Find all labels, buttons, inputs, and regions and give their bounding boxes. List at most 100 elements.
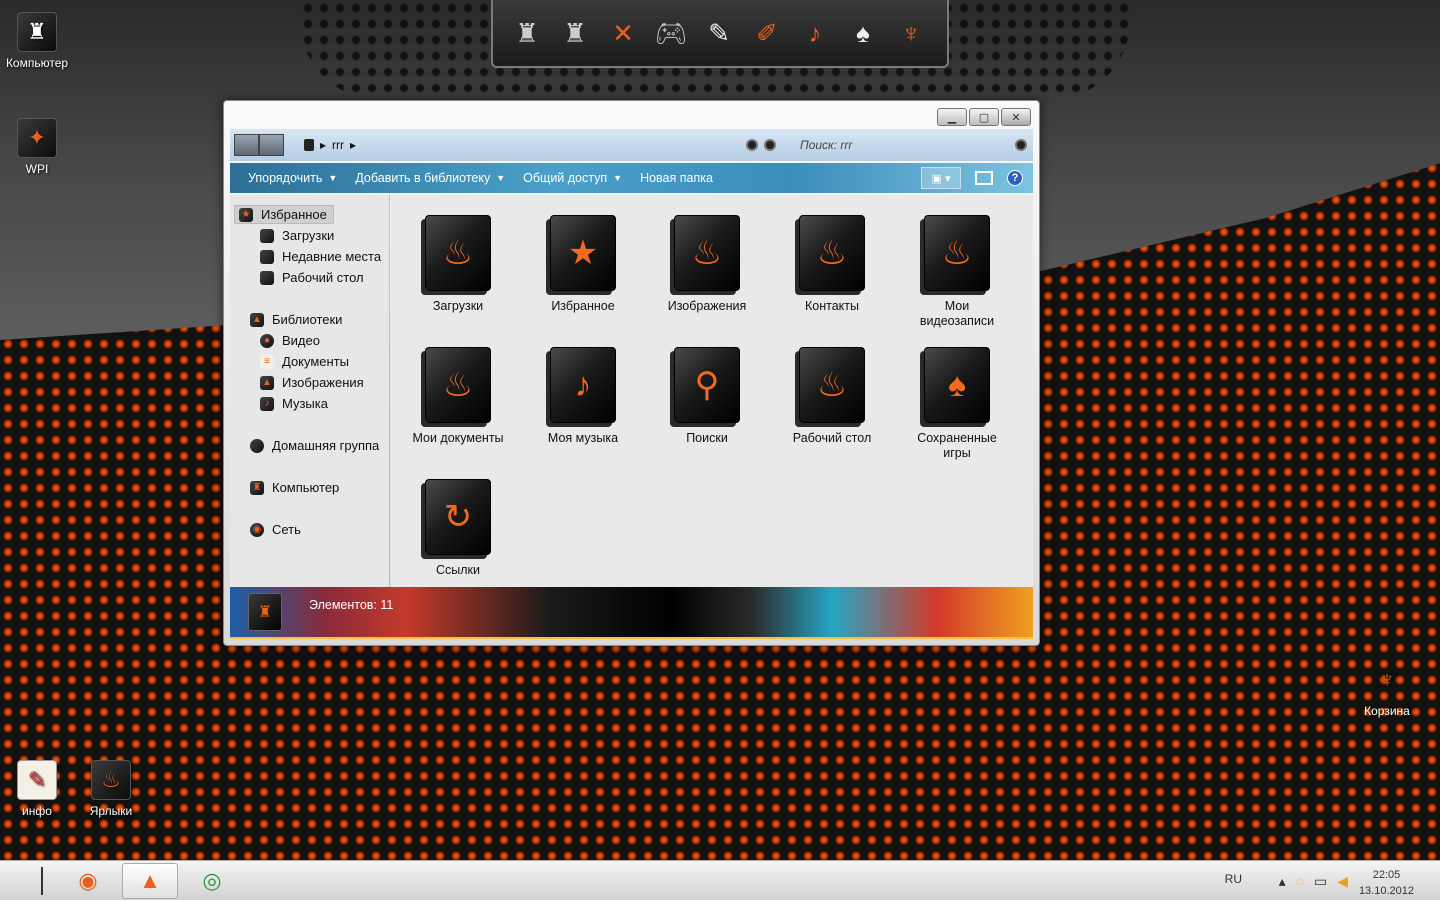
add-to-library-menu[interactable]: Добавить в библиотеку ▼ bbox=[355, 171, 505, 185]
nav-item-downloads[interactable]: Загрузки bbox=[260, 228, 334, 243]
address-controls bbox=[746, 139, 776, 151]
folder-item[interactable]: ⚲ Поиски bbox=[657, 347, 757, 446]
folder-item[interactable]: ♨ Мои видеозаписи bbox=[907, 215, 1007, 329]
guitar-icon: ♪ bbox=[550, 347, 616, 423]
language-indicator[interactable]: RU bbox=[1225, 872, 1242, 886]
folder-label: Контакты bbox=[805, 299, 859, 313]
nav-item-libraries[interactable]: ▲ Библиотеки bbox=[250, 312, 342, 327]
breadcrumb[interactable]: ▸ rrr ▸ bbox=[304, 138, 356, 152]
folder-item[interactable]: ♨ Контакты bbox=[782, 215, 882, 314]
clock-date: 13.10.2012 bbox=[1358, 885, 1414, 897]
games-icon[interactable]: ♠ bbox=[841, 11, 885, 55]
close-button[interactable]: ✕ bbox=[1001, 108, 1031, 126]
folder-item[interactable]: ★ Избранное bbox=[533, 215, 633, 314]
organize-menu[interactable]: Упорядочить ▼ bbox=[248, 171, 337, 185]
nav-label: Недавние места bbox=[282, 249, 382, 264]
favorites-icon: ★ bbox=[239, 207, 253, 222]
refresh-icon[interactable] bbox=[764, 139, 776, 151]
clock-time: 22:05 bbox=[1372, 869, 1401, 881]
minimize-button[interactable]: ▁ bbox=[937, 108, 967, 126]
nav-item-desktop[interactable]: Рабочий стол bbox=[260, 270, 364, 285]
nav-item-computer[interactable]: ♜ Компьютер bbox=[250, 480, 339, 495]
desktop-icon-wpi[interactable]: ✦ WPI bbox=[0, 118, 74, 176]
maximize-button[interactable]: ▢ bbox=[969, 108, 999, 126]
recycle-bin-icon[interactable]: ♆ bbox=[889, 11, 933, 55]
libraries-icon: ▲ bbox=[250, 312, 264, 327]
desktop-icon-label: Компьютер bbox=[5, 56, 69, 70]
taskbar-browser-button[interactable]: ◉ bbox=[60, 863, 116, 899]
taskbar-explorer-button[interactable]: ▲ bbox=[122, 863, 178, 899]
folder-item[interactable]: ♨ Мои документы bbox=[408, 347, 508, 446]
nav-item-video[interactable]: ● Видео bbox=[260, 333, 320, 348]
desktop-icon-label: инфо bbox=[22, 804, 52, 818]
nav-label: Загрузки bbox=[282, 228, 335, 243]
clock[interactable]: 22:05 13.10.2012 bbox=[1359, 867, 1414, 899]
search-input[interactable]: Поиск: rrr bbox=[800, 138, 852, 152]
volume-icon[interactable]: ◀ bbox=[1337, 873, 1348, 890]
desktop-icon-shortcuts[interactable]: ♨ Ярлыки bbox=[74, 760, 148, 818]
notepad-icon[interactable]: ✎ bbox=[697, 11, 741, 55]
nav-item-music[interactable]: ♪ Музыка bbox=[260, 396, 328, 411]
folder-item[interactable]: ♨ Загрузки bbox=[408, 215, 508, 314]
breadcrumb-arrow-icon[interactable]: ▸ bbox=[350, 138, 356, 152]
new-folder-button[interactable]: Новая папка bbox=[640, 171, 713, 185]
nav-buttons bbox=[234, 134, 284, 156]
folder-item[interactable]: ♠ Сохраненные игры bbox=[907, 347, 1007, 461]
magnifier-icon: ⚲ bbox=[674, 347, 740, 423]
command-bar: Упорядочить ▼ Добавить в библиотеку ▼ Об… bbox=[230, 163, 1033, 193]
nav-item-favorites[interactable]: ★ Избранное bbox=[234, 205, 334, 224]
desktop-icon-info[interactable]: ✎ инфо bbox=[0, 760, 74, 818]
nav-item-recent[interactable]: Недавние места bbox=[260, 249, 381, 264]
music-icon: ♪ bbox=[260, 396, 274, 411]
update-icon[interactable]: ◌ bbox=[1296, 873, 1304, 890]
computer-icon: ♜ bbox=[250, 480, 264, 495]
breadcrumb-item[interactable]: rrr bbox=[332, 138, 344, 152]
network-icon[interactable]: ▭ bbox=[1314, 873, 1327, 890]
guitar-icon[interactable]: ♪ bbox=[793, 11, 837, 55]
images-icon: ▲ bbox=[260, 375, 274, 390]
help-icon[interactable]: ? bbox=[1007, 170, 1023, 186]
folder-item[interactable]: ♨ Рабочий стол bbox=[782, 347, 882, 446]
history-dropdown-icon[interactable] bbox=[746, 139, 758, 151]
video-camera-icon: ♨ bbox=[924, 215, 990, 291]
desktop-icon-computer[interactable]: ♜ Компьютер bbox=[0, 12, 74, 70]
tray-expand-icon[interactable]: ▴ bbox=[1279, 873, 1286, 890]
taskbar-divider bbox=[41, 867, 43, 895]
folder-label: Мои видеозаписи bbox=[919, 299, 995, 328]
folder-item[interactable]: ↻ Ссылки bbox=[408, 479, 508, 578]
new-folder-label: Новая папка bbox=[640, 171, 713, 185]
chevron-down-icon: ▼ bbox=[613, 173, 623, 183]
folder-item[interactable]: ♪ Моя музыка bbox=[533, 347, 633, 446]
computer-icon[interactable]: ♜ bbox=[505, 11, 549, 55]
nav-label: Документы bbox=[282, 354, 350, 369]
preview-pane-icon[interactable] bbox=[975, 171, 993, 185]
folder-label: Поиски bbox=[686, 431, 728, 445]
details-pane: ♜ Элементов: 11 bbox=[230, 587, 1033, 639]
nav-item-network[interactable]: ◉ Сеть bbox=[250, 522, 301, 537]
address-bar: ▸ rrr ▸ Поиск: rrr bbox=[230, 129, 1033, 161]
forward-button[interactable] bbox=[259, 134, 284, 156]
back-button[interactable] bbox=[234, 134, 259, 156]
tools-icon[interactable]: ✕ bbox=[601, 11, 645, 55]
contacts-icon: ♨ bbox=[799, 215, 865, 291]
folder-label: Рабочий стол bbox=[792, 431, 872, 445]
toolbar-right: ▣ ▾ ? bbox=[921, 167, 1023, 189]
change-view-button[interactable]: ▣ ▾ bbox=[921, 167, 961, 189]
network-icon[interactable]: ♜ bbox=[553, 11, 597, 55]
nav-label: Изображения bbox=[282, 375, 364, 390]
paint-icon[interactable]: ✐ bbox=[745, 11, 789, 55]
file-view: ♨ Загрузки ★ Избранное ♨ Изображения ♨ К… bbox=[391, 195, 1033, 587]
share-menu[interactable]: Общий доступ ▼ bbox=[523, 171, 622, 185]
search-icon[interactable] bbox=[1015, 139, 1027, 151]
taskbar-media-player-button[interactable]: ◎ bbox=[184, 863, 240, 899]
cards-icon: ♠ bbox=[924, 347, 990, 423]
breadcrumb-arrow-icon[interactable]: ▸ bbox=[320, 138, 326, 152]
nav-item-documents[interactable]: ≡ Документы bbox=[260, 354, 349, 369]
gamepad-icon[interactable]: 🎮︎ bbox=[649, 11, 693, 55]
desktop-icon-recycle-bin[interactable]: ♆ Корзина bbox=[1350, 660, 1424, 718]
homegroup-icon bbox=[250, 438, 264, 453]
folder-item[interactable]: ♨ Изображения bbox=[657, 215, 757, 314]
nav-item-images[interactable]: ▲ Изображения bbox=[260, 375, 364, 390]
nav-label: Домашняя группа bbox=[272, 438, 380, 453]
nav-item-homegroup[interactable]: Домашняя группа bbox=[250, 438, 379, 453]
